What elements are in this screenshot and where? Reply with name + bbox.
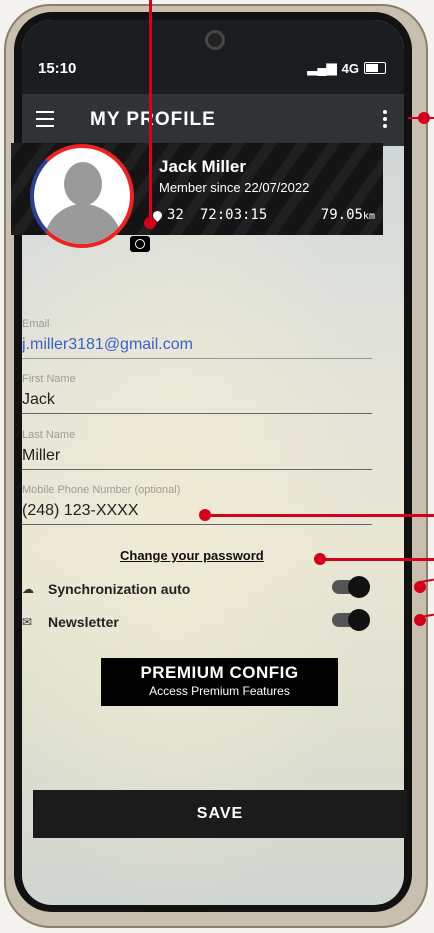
callout-dot-avatar [144, 217, 156, 229]
phone-field[interactable]: Mobile Phone Number (optional) (248) 123… [22, 484, 372, 525]
last-name-input[interactable]: Miller [22, 447, 372, 470]
last-name-field[interactable]: Last Name Miller [22, 429, 372, 470]
signal-icon: ▂▄▆ [307, 60, 337, 75]
status-time: 15:10 [38, 60, 77, 77]
callout-line-avatar [149, 0, 152, 222]
battery-icon [364, 62, 386, 74]
first-name-input[interactable]: Jack [22, 391, 372, 414]
email-value[interactable]: j.miller3181@gmail.com [22, 336, 372, 359]
callout-line-password [320, 558, 434, 561]
camera-icon[interactable] [130, 236, 150, 252]
ride-distance: 79.05km [320, 207, 375, 223]
newsletter-row: ✉ Newsletter [22, 609, 372, 635]
ride-duration: 72:03:15 [199, 207, 268, 223]
callout-dot-menu [418, 112, 430, 124]
newsletter-label: Newsletter [48, 614, 119, 630]
hamburger-menu-icon[interactable] [36, 111, 54, 127]
email-field[interactable]: Email j.miller3181@gmail.com [22, 318, 372, 359]
sync-auto-toggle[interactable] [332, 576, 370, 598]
callout-dot-sync [414, 581, 426, 593]
sync-auto-row: ☁ Synchronization auto [22, 576, 372, 602]
more-options-icon[interactable] [376, 106, 394, 132]
page-title: MY PROFILE [90, 109, 216, 130]
change-password-link[interactable]: Change your password [120, 548, 264, 563]
callout-dot-newsletter [414, 614, 426, 626]
email-label: Email [22, 318, 50, 330]
app-bar: MY PROFILE [22, 94, 404, 146]
first-name-label: First Name [22, 373, 76, 385]
profile-name: Jack Miller [159, 157, 246, 176]
newsletter-toggle[interactable] [332, 609, 370, 631]
sync-auto-label: Synchronization auto [48, 581, 191, 597]
premium-subtitle: Access Premium Features [149, 684, 290, 698]
first-name-field[interactable]: First Name Jack [22, 373, 372, 414]
phone-label: Mobile Phone Number (optional) [22, 484, 181, 496]
member-since: Member since 22/07/2022 [159, 180, 310, 195]
premium-config-button[interactable]: PREMIUM CONFIG Access Premium Features [101, 658, 338, 706]
callout-dot-phone [199, 509, 211, 521]
status-indicators: ▂▄▆ 4G [307, 60, 386, 76]
home-indicator[interactable] [145, 905, 275, 909]
rides-count: 32 [167, 207, 184, 223]
network-type: 4G [341, 60, 359, 76]
mail-icon: ✉ [22, 615, 33, 629]
profile-stats: 32 72:03:15 79.05km [151, 207, 375, 223]
avatar[interactable] [30, 144, 134, 248]
premium-title: PREMIUM CONFIG [140, 663, 299, 682]
last-name-label: Last Name [22, 429, 76, 441]
callout-dot-password [314, 553, 326, 565]
save-button[interactable]: SAVE [33, 790, 407, 838]
front-camera-icon [205, 30, 225, 50]
cloud-icon: ☁ [22, 582, 34, 596]
callout-line-phone [205, 514, 434, 517]
